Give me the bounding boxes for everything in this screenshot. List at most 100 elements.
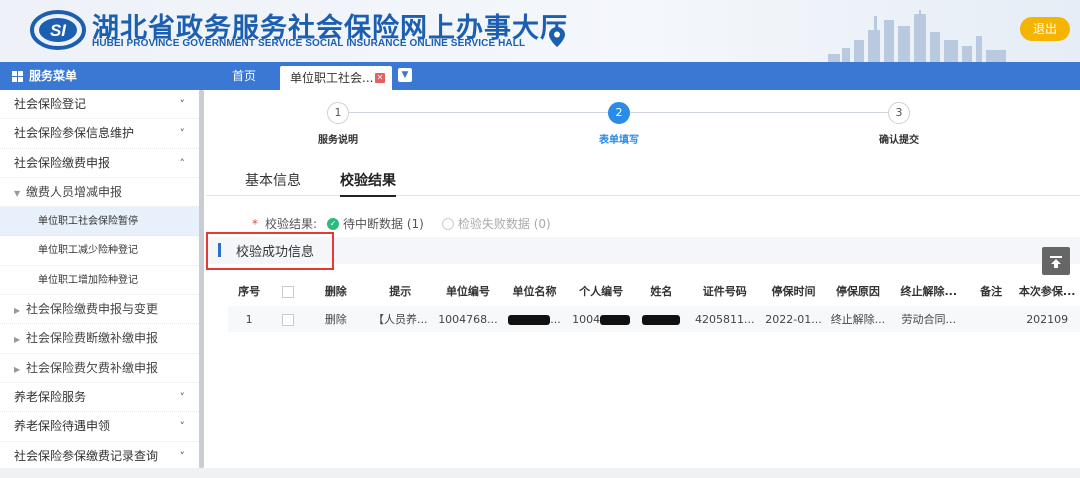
- col-select[interactable]: [270, 276, 307, 306]
- col-remark: 备注: [967, 276, 1015, 306]
- sidebar-item-payment-declaration[interactable]: 社会保险缴费申报 ˄: [0, 149, 199, 178]
- sidebar-item-suspend[interactable]: 单位职工社会保险暂停: [0, 207, 199, 237]
- radio-empty-icon[interactable]: [441, 217, 454, 230]
- step-1-circle: 1: [327, 102, 349, 124]
- cell-remark: [967, 306, 1015, 332]
- step-2-label: 表单填写: [599, 135, 639, 146]
- redacted-block: [508, 314, 551, 325]
- step-3-label: 确认提交: [879, 135, 919, 146]
- col-person-no: 个人编号: [568, 276, 634, 306]
- sidebar-item-label: 社会保险登记: [14, 97, 87, 111]
- col-name: 姓名: [633, 276, 689, 306]
- cell-select[interactable]: [270, 306, 307, 332]
- col-hint: 提示: [365, 276, 436, 306]
- sidebar-item-label: 单位职工增加险种登记: [38, 274, 138, 286]
- cell-seq: 1: [228, 306, 271, 332]
- step-2-circle: 2: [608, 102, 630, 124]
- redacted-block: [642, 314, 681, 325]
- sidebar-item-label: 社会保险费断缴补缴申报: [25, 331, 158, 346]
- triangle-right-icon: ▶: [14, 335, 21, 345]
- tab-verify-result[interactable]: 校验结果: [340, 170, 396, 197]
- sidebar-item-add-insurance[interactable]: 单位职工增加险种登记: [0, 266, 199, 296]
- check-circle-icon[interactable]: ✓: [327, 217, 340, 230]
- sidebar-item-personnel-change[interactable]: ▼ 缴费人员增减申报: [0, 178, 199, 208]
- logout-button[interactable]: 退出: [1020, 17, 1070, 41]
- main-content: 1 2 3 服务说明 表单填写 确认提交 基本信息 校验结果 * 校验结果: ✓…: [206, 90, 1080, 478]
- row-checkbox[interactable]: [282, 313, 295, 326]
- cell-period: 202109: [1014, 306, 1080, 332]
- tab-basic-info[interactable]: 基本信息: [245, 170, 301, 190]
- chevron-up-icon: ˄: [179, 156, 186, 170]
- sidebar-item-pension-claim[interactable]: 养老保险待遇申领 ˅: [0, 412, 199, 442]
- sidebar-item-arrears-supplement[interactable]: ▶ 社会保险费欠费补缴申报: [0, 354, 199, 383]
- chevron-down-icon: ˅: [179, 390, 186, 404]
- result-table: 序号 删除 提示 单位编号 单位名称 个人编号 姓名 证件号码 停保时间 停保原…: [228, 276, 1080, 332]
- nav-bar: 服务菜单 首页 单位职工社会... ✕ ▼: [0, 62, 1080, 90]
- col-unit-no: 单位编号: [435, 276, 501, 306]
- sidebar-item-label: 养老保险服务: [14, 389, 87, 404]
- grid-menu-icon: [12, 70, 23, 82]
- verify-option-pending[interactable]: 待中断数据 (1): [343, 215, 424, 232]
- chevron-down-icon: ˅: [179, 420, 186, 434]
- tab-home[interactable]: 首页: [232, 62, 256, 90]
- sidebar-item-label: 单位职工减少险种登记: [38, 245, 138, 257]
- sidebar-item-info-maintenance[interactable]: 社会保险参保信息维护 ˅: [0, 119, 199, 149]
- select-all-checkbox[interactable]: [282, 285, 295, 298]
- step-3-circle: 3: [888, 102, 910, 124]
- col-period: 本次参保...: [1014, 276, 1080, 306]
- verify-option-failed[interactable]: 检验失败数据 (0): [458, 215, 551, 232]
- sidebar-item-break-supplement[interactable]: ▶ 社会保险费断缴补缴申报: [0, 324, 199, 354]
- verify-result-row: * 校验结果: ✓ 待中断数据 (1) 检验失败数据 (0): [252, 215, 551, 232]
- col-unit-name: 单位名称: [500, 276, 569, 306]
- tab-active-form[interactable]: 单位职工社会... ✕: [280, 66, 392, 90]
- sidebar-item-label: 社会保险费欠费补缴申报: [25, 360, 158, 375]
- sidebar-item-registration[interactable]: 社会保险登记 ˅: [0, 90, 199, 120]
- cell-unit-name-text: ...: [550, 312, 561, 326]
- city-skyline-icon: [828, 10, 1006, 62]
- sidebar-item-label: 社会保险参保信息维护: [14, 126, 135, 141]
- sidebar-item-label: 缴费人员增减申报: [25, 184, 122, 199]
- chevron-down-icon: ˅: [179, 127, 186, 141]
- section-header-bar: [206, 237, 1080, 264]
- highlight-box: [206, 232, 334, 270]
- si-logo-icon: SI: [30, 10, 86, 50]
- close-icon[interactable]: ✕: [375, 73, 385, 83]
- sidebar-item-label: 社会保险参保缴费记录查询: [14, 448, 159, 463]
- sidebar-item-declaration-change[interactable]: ▶ 社会保险缴费申报与变更: [0, 295, 199, 325]
- sidebar-item-record-query[interactable]: 社会保险参保缴费记录查询 ˅: [0, 442, 199, 471]
- sidebar-item-label: 单位职工社会保险暂停: [38, 216, 138, 228]
- horizontal-scrollbar[interactable]: [0, 468, 1080, 478]
- sidebar-item-label: 社会保险缴费申报: [14, 155, 111, 170]
- cell-name: [633, 306, 689, 332]
- cell-unit-no: 1004768...: [435, 306, 501, 332]
- back-to-top-button[interactable]: [1042, 247, 1070, 275]
- cell-stop-reason: 终止解除...: [826, 306, 890, 332]
- chevron-down-icon: ˅: [179, 449, 186, 463]
- sidebar-item-pension-service[interactable]: 养老保险服务 ˅: [0, 383, 199, 413]
- triangle-down-icon: ▼: [14, 188, 21, 198]
- cell-id-no: 4205811...: [688, 306, 761, 332]
- cell-stop-time: 2022-01...: [760, 306, 827, 332]
- location-pin-icon: [549, 27, 565, 47]
- svg-text:SI: SI: [50, 21, 67, 40]
- delete-link[interactable]: 删除: [306, 306, 366, 332]
- cell-terminate: 劳动合同...: [889, 306, 968, 332]
- step-connector: [349, 112, 619, 113]
- cell-unit-name: ...: [500, 306, 569, 332]
- col-terminate: 终止解除...: [889, 276, 968, 306]
- col-seq: 序号: [228, 276, 271, 306]
- sidebar-item-reduce-insurance[interactable]: 单位职工减少险种登记: [0, 236, 199, 266]
- sidebar-item-label: 养老保险待遇申领: [14, 419, 111, 434]
- step-1-label: 服务说明: [318, 135, 358, 146]
- cell-person-no: 1004: [568, 306, 634, 332]
- sidebar-scrollbar[interactable]: [199, 90, 204, 468]
- service-menu-title[interactable]: 服务菜单: [12, 62, 77, 90]
- chevron-down-icon: ˅: [179, 98, 186, 111]
- table-header-row: 序号 删除 提示 单位编号 单位名称 个人编号 姓名 证件号码 停保时间 停保原…: [228, 276, 1080, 306]
- chevron-down-icon[interactable]: ▼: [398, 68, 412, 82]
- sidebar: 社会保险登记 ˅ 社会保险参保信息维护 ˅ 社会保险缴费申报 ˄ ▼ 缴费人员增…: [0, 90, 200, 478]
- col-stop-reason: 停保原因: [826, 276, 890, 306]
- site-header: SI 湖北省政务服务社会保险网上办事大厅 HUBEI PROVINCE GOVE…: [0, 0, 1080, 62]
- cell-person-no-text: 1004: [572, 312, 601, 326]
- required-mark: *: [252, 216, 258, 231]
